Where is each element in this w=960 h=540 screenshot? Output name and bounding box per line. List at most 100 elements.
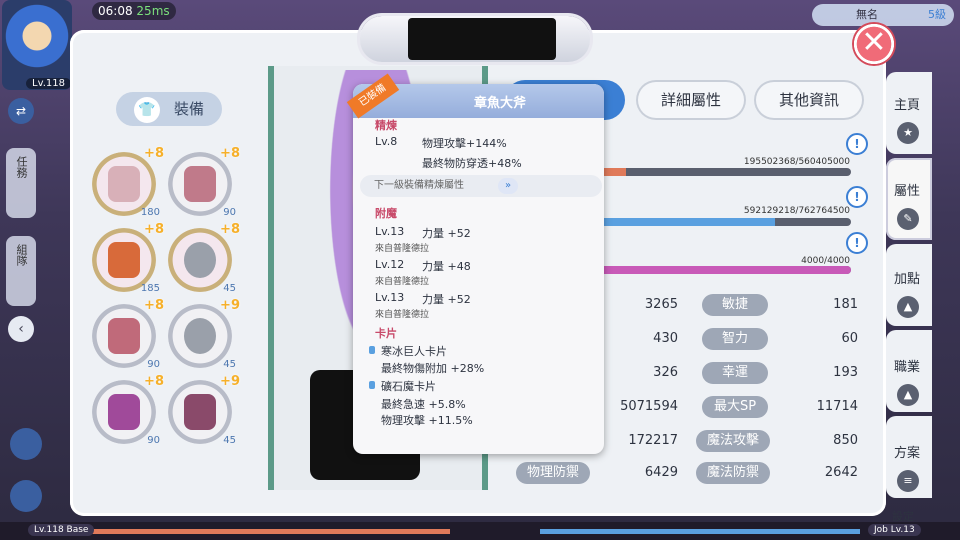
stat-value: 5071594 [620,399,678,414]
refine-level: +8 [220,222,240,237]
side-tab-label: 主頁 [894,98,921,113]
party-label: 組隊 [15,244,28,266]
enchant-source: 來自普隆德拉 [375,310,430,320]
equip-slot-shoes[interactable]: +8 90 [92,374,164,446]
sp-text: 592129218/762764500 [743,206,850,216]
swap-icon[interactable]: ⇄ [8,98,34,124]
ping-text: 25ms [136,4,170,18]
refine-level: +8 [220,146,240,161]
equip-slot-ring-2[interactable]: +9 45 [168,298,240,370]
stat-label: 最大SP [702,396,768,418]
refine-level: +8 [144,146,164,161]
refine-level: +8 [144,222,164,237]
card-name: 礦石魔卡片 [381,380,436,393]
section-card: 卡片 [375,327,397,340]
job-level-label: Job Lv.13 [868,524,921,536]
durability-count: 90 [223,207,236,218]
refine-level: +8 [144,298,164,313]
card-effect: 物理攻擊 +11.5% [381,414,473,427]
side-tab-label: 方案 [894,446,921,461]
card-effect: 最終急速 +5.8% [381,398,466,411]
target-badge: 5級 [928,8,946,21]
enchant-effect: 力量 +52 [422,293,471,306]
base-exp-bar [90,529,450,534]
ring-icon [184,242,216,278]
chat-icon[interactable] [10,428,42,460]
mask-icon [184,394,216,430]
enchant-level: Lv.13 [375,225,405,238]
next-refine-row[interactable]: 下一級裝備精煉屬性 [360,175,602,197]
document-icon: ≡ [897,470,919,492]
stat-value: 193 [833,365,858,380]
equip-slot-cape[interactable]: +8 90 [168,146,240,218]
weight-text: 4000/4000 [801,256,850,266]
refine-level: +9 [220,298,240,313]
item-name: 章魚大斧 [473,96,526,111]
refine-effect: 物理攻擊+144% [422,137,507,150]
section-enchant: 附魔 [375,207,397,220]
clock-text: 06:08 [98,4,133,18]
collapse-left-icon[interactable]: ‹ [8,316,34,342]
tab-other-info[interactable]: 其他資訊 [754,80,864,120]
cape-icon [184,166,216,202]
card-icon [369,346,375,354]
quest-button[interactable]: 任務 [6,148,36,218]
tab-detailed-attributes[interactable]: 詳細屬性 [636,80,746,120]
help-icon[interactable]: ! [846,232,868,254]
stat-label: 智力 [702,328,768,350]
durability-count: 90 [147,435,160,446]
durability-count: 45 [223,283,236,294]
target-name-plate[interactable]: 無名 5級 [812,4,954,26]
equip-slot-shield[interactable]: +8 185 [92,222,164,294]
equip-slot-accessory[interactable]: +9 45 [168,374,240,446]
axe-icon [108,166,140,202]
job-exp-bar [540,529,860,534]
side-tab-label: 屬性 [894,184,921,199]
help-icon[interactable]: ! [846,133,868,155]
stat-value: 172217 [628,433,678,448]
party-button[interactable]: 組隊 [6,236,36,306]
hp-text: 195502368/560405000 [743,157,850,167]
card-icon [369,381,375,389]
stat-value: 11714 [816,399,858,414]
stat-value: 60 [841,331,858,346]
card-name: 寒冰巨人卡片 [381,345,447,358]
skill-icon[interactable] [10,480,42,512]
expand-icon[interactable]: » [498,178,518,194]
stat-label: 魔法攻擊 [696,430,770,452]
durability-count: 45 [223,435,236,446]
target-name: 無名 [856,8,878,21]
equipment-tab[interactable]: 👕 裝備 [116,92,222,126]
stat-label: 魔法防禦 [696,462,770,484]
refine-level: +8 [144,374,164,389]
refine-effect: 最終物防穿透+48% [422,157,522,170]
equip-slot-armor[interactable]: +8 90 [92,298,164,370]
side-tab-label: 加點 [894,272,921,287]
durability-count: 180 [140,207,160,218]
help-icon[interactable]: ! [846,186,868,208]
stat-value: 6429 [644,465,678,480]
equip-slot-ring-1[interactable]: +8 45 [168,222,240,294]
enchant-level: Lv.12 [375,258,405,271]
durability-count: 90 [147,359,160,370]
armor-icon [108,318,140,354]
side-tab-label: 職業 [894,360,921,375]
arrow-up-icon: ▲ [897,384,919,406]
stat-value: 850 [833,433,858,448]
durability-count: 45 [223,359,236,370]
status-bar: 06:08 25ms [92,2,176,20]
close-button[interactable]: ✕ [852,22,896,66]
player-portrait[interactable] [2,0,72,90]
enchant-effect: 力量 +52 [422,227,471,240]
redacted-name [408,18,556,60]
equip-slot-weapon[interactable]: +8 180 [92,146,164,218]
arrow-up-icon: ▲ [897,296,919,318]
stat-value: 326 [653,365,678,380]
stat-label: 敏捷 [702,294,768,316]
stat-label: 物理防禦 [516,462,590,484]
star-icon: ★ [897,122,919,144]
enchant-source: 來自普隆德拉 [375,244,430,254]
enchant-level: Lv.13 [375,291,405,304]
equipment-tab-label: 裝備 [173,100,204,118]
boots-icon [108,394,140,430]
